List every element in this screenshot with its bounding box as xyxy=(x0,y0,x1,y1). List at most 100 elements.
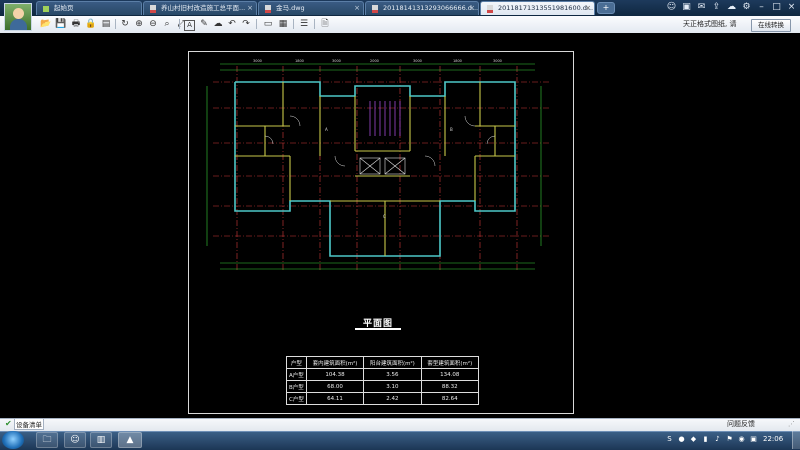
toolbar-divider xyxy=(115,19,116,29)
dim-label-top: 3000 xyxy=(413,59,422,63)
area-icon[interactable]: ▦ xyxy=(277,18,289,30)
close-icon[interactable]: × xyxy=(247,2,253,15)
tab-label: 起始页 xyxy=(54,4,74,12)
tab-label: 养山村旧村改造施工总平面... xyxy=(161,4,246,12)
system-clock[interactable]: 22:06 xyxy=(763,434,783,444)
zoom-out-icon[interactable]: ⊖ xyxy=(147,18,159,30)
resize-grip-icon[interactable]: ⋰ xyxy=(788,420,798,430)
toolbar-divider xyxy=(314,19,315,29)
screenshot-icon[interactable]: ▣ xyxy=(681,2,692,13)
dwg-file-icon xyxy=(264,5,272,13)
table-header-row: 户型 套内建筑面积(m²) 阳台建筑面积(m²) 套型建筑面积(m²) xyxy=(286,356,480,369)
zoom-extents-icon[interactable]: ⌕ xyxy=(161,18,173,30)
tab-label: 20118171313551981600.d... xyxy=(498,4,594,12)
close-icon[interactable]: × xyxy=(469,2,475,15)
tab-start-page[interactable]: 起始页 xyxy=(36,1,142,15)
layers-icon[interactable]: ☰ xyxy=(298,18,310,30)
dwg-file-icon xyxy=(149,5,157,13)
table-row: B户型 68.00 3.10 88.32 xyxy=(286,380,480,393)
tray-app-icon[interactable]: ▣ xyxy=(749,434,758,444)
zoom-in-icon[interactable]: ⊕ xyxy=(133,18,145,30)
print-icon[interactable]: 🖶 xyxy=(70,18,82,30)
close-window-icon[interactable]: × xyxy=(786,2,797,13)
lock-icon[interactable]: 🔒 xyxy=(85,18,97,30)
dwg-file-icon xyxy=(371,5,379,13)
axis-grid xyxy=(213,66,550,271)
dim-label-top: 2000 xyxy=(370,59,379,63)
redo-icon[interactable]: ↷ xyxy=(240,18,252,30)
network-icon[interactable]: ▮ xyxy=(701,434,710,444)
table-cell: 3.10 xyxy=(363,380,422,393)
status-bar xyxy=(0,418,800,432)
online-convert-button[interactable]: 在线转换 xyxy=(751,19,791,32)
tab-label: 金马.dwg xyxy=(276,4,305,12)
feedback-link[interactable]: 问题反馈 xyxy=(727,419,755,430)
room-label-b: B xyxy=(450,127,453,132)
dimension-lines xyxy=(206,63,542,270)
books-app-taskbar-icon[interactable]: ▥ xyxy=(90,432,112,448)
tab-drawing-1[interactable]: 养山村旧村改造施工总平面... × xyxy=(143,1,257,15)
home-icon xyxy=(42,5,50,13)
title-underline xyxy=(355,328,401,330)
dim-label-top: 3000 xyxy=(253,59,262,63)
minimize-icon[interactable]: – xyxy=(756,2,767,13)
column-header: 套内建筑面积(m²) xyxy=(305,356,365,369)
maximize-icon[interactable]: □ xyxy=(771,2,782,13)
text-tool-icon[interactable]: A xyxy=(184,20,195,31)
user-avatar[interactable] xyxy=(4,3,32,31)
dim-label-top: 1800 xyxy=(295,59,304,63)
undo-icon[interactable]: ↶ xyxy=(226,18,238,30)
ime-icon[interactable]: S xyxy=(665,434,674,444)
dim-label-top: 3000 xyxy=(332,59,341,63)
explorer-taskbar-icon[interactable]: 🗀 xyxy=(36,432,58,448)
open-file-icon[interactable]: 📂 xyxy=(40,18,52,30)
table-cell: 134.08 xyxy=(420,368,480,381)
column-header: 阳台建筑面积(m²) xyxy=(363,356,422,369)
close-icon[interactable]: × xyxy=(354,2,360,15)
table-cell: 64.11 xyxy=(305,392,365,405)
cad-viewer-taskbar-icon[interactable]: ▲ xyxy=(118,432,142,448)
device-list-button[interactable]: 设备清单 xyxy=(14,418,44,430)
tab-drawing-2[interactable]: 金马.dwg × xyxy=(258,1,364,15)
save-icon[interactable]: 💾 xyxy=(55,18,67,30)
table-cell: A户型 xyxy=(286,368,307,381)
column-header: 套型建筑面积(m²) xyxy=(420,356,480,369)
table-cell: 104.38 xyxy=(305,368,365,381)
new-tab-button[interactable]: + xyxy=(597,2,615,14)
mail-icon[interactable]: ✉ xyxy=(696,2,707,13)
tray-app-icon[interactable]: ◉ xyxy=(737,434,746,444)
tray-app-icon[interactable]: ◆ xyxy=(689,434,698,444)
show-desktop-button[interactable] xyxy=(792,431,800,449)
export-pdf-icon[interactable]: ▤ xyxy=(100,18,112,30)
user-app-taskbar-icon[interactable]: ☺ xyxy=(64,432,86,448)
start-button[interactable] xyxy=(2,431,24,449)
rotate-icon[interactable]: ↻ xyxy=(119,18,131,30)
volume-icon[interactable]: ♪ xyxy=(713,434,722,444)
measure-icon[interactable]: ▭ xyxy=(262,18,274,30)
table-cell: C户型 xyxy=(286,392,307,405)
close-icon[interactable]: × xyxy=(585,2,591,15)
toolbar-divider xyxy=(256,19,257,29)
account-icon[interactable]: ☺ xyxy=(666,2,677,13)
pencil-icon[interactable]: ✎ xyxy=(198,18,210,30)
table-cell: 2.42 xyxy=(363,392,422,405)
cloud-icon[interactable]: ☁ xyxy=(726,2,737,13)
tray-app-icon[interactable]: ● xyxy=(677,434,686,444)
settings-gear-icon[interactable]: ⚙ xyxy=(741,2,752,13)
toolbar-divider xyxy=(293,19,294,29)
table-cell: 88.32 xyxy=(420,380,480,393)
share-icon[interactable]: ⇪ xyxy=(711,2,722,13)
table-cell: 68.00 xyxy=(305,380,365,393)
room-label-a: A xyxy=(325,127,328,132)
tab-drawing-3[interactable]: 20118141313293066666.d... × xyxy=(365,1,479,15)
table-row: A户型 104.38 3.56 134.08 xyxy=(286,368,480,381)
cloud-markup-icon[interactable]: ☁ xyxy=(212,18,224,30)
area-table: 户型 套内建筑面积(m²) 阳台建筑面积(m²) 套型建筑面积(m²) A户型 … xyxy=(286,356,480,405)
column-header: 户型 xyxy=(286,356,307,369)
document-icon[interactable]: 🗎 xyxy=(319,18,331,30)
status-ok-icon: ✔ xyxy=(5,419,12,428)
flag-icon[interactable]: ⚑ xyxy=(725,434,734,444)
tab-drawing-4[interactable]: 20118171313551981600.d... × xyxy=(480,1,595,15)
dwg-file-icon xyxy=(486,5,494,13)
table-cell: 82.64 xyxy=(420,392,480,405)
